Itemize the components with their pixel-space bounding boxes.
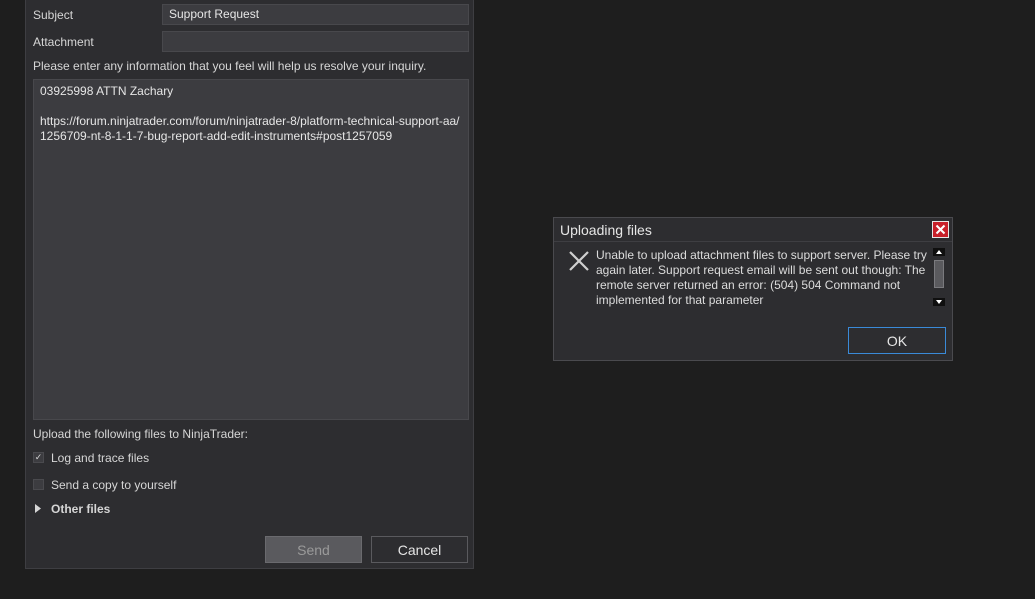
- message-textarea[interactable]: 03925998 ATTN Zachary https://forum.ninj…: [33, 79, 469, 420]
- send-copy-checkbox[interactable]: [33, 479, 44, 490]
- subject-label: Subject: [33, 8, 74, 22]
- attachment-input[interactable]: [162, 31, 469, 52]
- dialog-title-separator: [554, 241, 952, 242]
- upload-error-dialog: Uploading files Unable to upload attachm…: [553, 217, 953, 361]
- log-files-label[interactable]: Log and trace files: [51, 451, 149, 465]
- scroll-down-button[interactable]: [933, 298, 945, 306]
- cancel-button[interactable]: Cancel: [371, 536, 468, 563]
- scroll-up-button[interactable]: [933, 248, 945, 256]
- scroll-thumb[interactable]: [934, 260, 944, 288]
- dialog-message: Unable to upload attachment files to sup…: [596, 248, 927, 307]
- support-form-panel: Subject Support Request Attachment Pleas…: [25, 0, 474, 569]
- log-files-checkbox[interactable]: ✓: [33, 452, 44, 463]
- dialog-title: Uploading files: [560, 222, 652, 238]
- send-button[interactable]: Send: [265, 536, 362, 563]
- close-icon: [935, 224, 946, 235]
- dialog-close-button[interactable]: [932, 221, 949, 238]
- subject-input[interactable]: Support Request: [162, 4, 469, 25]
- checkmark-icon: ✓: [34, 452, 43, 462]
- ok-button[interactable]: OK: [848, 327, 946, 354]
- scroll-down-icon: [936, 300, 942, 304]
- upload-files-label: Upload the following files to NinjaTrade…: [33, 427, 248, 441]
- error-x-icon: [569, 251, 589, 271]
- dialog-scrollbar[interactable]: [932, 248, 946, 308]
- attachment-label: Attachment: [33, 35, 94, 49]
- other-files-expander[interactable]: Other files: [33, 500, 153, 518]
- expand-triangle-icon: [35, 504, 41, 513]
- other-files-label: Other files: [51, 502, 111, 516]
- scroll-up-icon: [936, 250, 942, 254]
- send-copy-label[interactable]: Send a copy to yourself: [51, 478, 176, 492]
- instructions-text: Please enter any information that you fe…: [33, 59, 427, 73]
